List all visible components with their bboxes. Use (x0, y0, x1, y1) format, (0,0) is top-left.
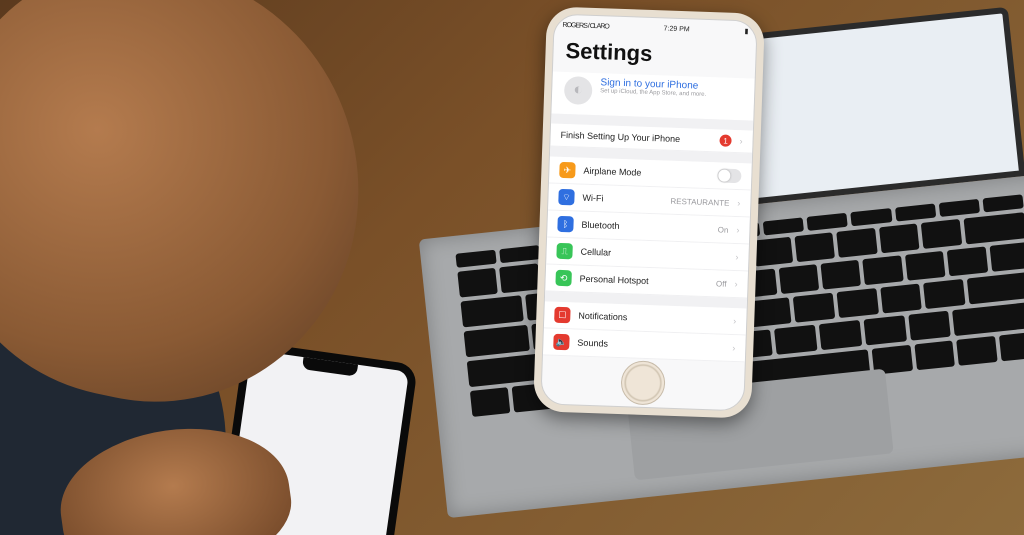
bluetooth-icon: ᛒ (557, 216, 574, 233)
bluetooth-value: On (718, 225, 729, 234)
avatar-icon: ◐ (564, 76, 593, 105)
page-title: Settings (553, 32, 756, 79)
sounds-icon: 🔈 (553, 334, 570, 351)
wifi-value: RESTAURANTE (670, 196, 729, 207)
carrier-label: ROGERS / CLARO (562, 21, 609, 30)
notifications-icon: ☐ (554, 307, 571, 324)
hotspot-label: Personal Hotspot (579, 274, 708, 288)
airplane-icon: ✈ (559, 162, 576, 179)
hotspot-value: Off (716, 279, 727, 288)
sounds-row[interactable]: 🔈 Sounds › (543, 328, 746, 362)
chevron-right-icon: › (737, 198, 740, 208)
bluetooth-label: Bluetooth (581, 220, 710, 234)
chevron-right-icon: › (739, 136, 742, 146)
notifications-label: Notifications (578, 311, 725, 326)
hotspot-icon: ⟲ (555, 270, 572, 287)
photo-scene: ed Help? ROGERS / CLARO 7:29 PM (0, 0, 1024, 535)
chevron-right-icon: › (733, 316, 736, 326)
iphone-settings: ROGERS / CLARO 7:29 PM ▮ Settings ◐ Sign… (533, 6, 765, 418)
chevron-right-icon: › (735, 252, 738, 262)
sign-in-row[interactable]: ◐ Sign in to your iPhone Set up iCloud, … (551, 72, 754, 121)
finish-setup-label: Finish Setting Up Your iPhone (560, 130, 711, 145)
chevron-right-icon: › (732, 343, 735, 353)
battery-icon: ▮ (744, 27, 748, 35)
alert-badge-icon: 1 (719, 134, 731, 146)
chevron-right-icon: › (736, 225, 739, 235)
sounds-label: Sounds (577, 338, 724, 353)
status-time: 7:29 PM (663, 25, 689, 33)
wifi-label: Wi-Fi (582, 193, 662, 206)
airplane-label: Airplane Mode (583, 166, 709, 180)
chevron-right-icon: › (734, 279, 737, 289)
cellular-label: Cellular (580, 247, 727, 262)
airplane-toggle[interactable] (717, 168, 741, 183)
wifi-icon: ⌔ (558, 189, 575, 206)
cellular-icon: ⎍ (556, 243, 573, 260)
